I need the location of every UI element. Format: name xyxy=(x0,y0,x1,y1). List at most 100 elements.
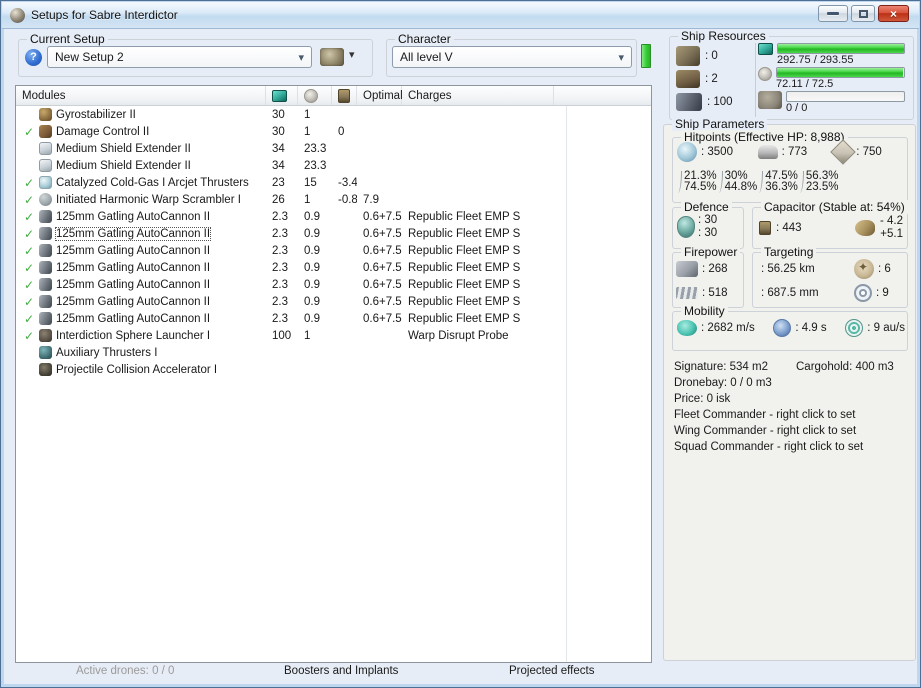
targeting-stat: : 9 xyxy=(854,281,905,305)
firepower-value: : 518 xyxy=(702,287,728,299)
boosters-implants-expander[interactable]: Boosters and Implants xyxy=(284,665,398,677)
shield-extender-icon xyxy=(39,142,52,155)
close-button[interactable]: × xyxy=(878,5,909,22)
modules-table-header[interactable]: Modules Optimal Charges xyxy=(16,86,651,106)
module-name-cell: Medium Shield Extender II xyxy=(16,159,266,172)
mobility-label: Mobility xyxy=(681,304,728,318)
resist-stat: 47.5% 36.3% xyxy=(757,170,798,193)
firepower-value: : 268 xyxy=(702,263,728,275)
squad-commander-slot[interactable]: Squad Commander - right click to set xyxy=(674,441,909,457)
module-pg: 23.3 xyxy=(304,159,327,172)
targeting-stat: : 687.5 mm xyxy=(757,281,854,305)
table-row[interactable]: ✓ 125mm Gatling AutoCannon II 2.3 0.9 0.6+7.… xyxy=(16,310,651,327)
active-check-icon: ✓ xyxy=(24,226,35,241)
table-row[interactable]: ✓ 125mm Gatling AutoCannon II 2.3 0.9 0.6+7.… xyxy=(16,293,651,310)
table-row[interactable]: ✓ 125mm Gatling AutoCannon II 2.3 0.9 0.6+7.… xyxy=(16,225,651,242)
table-row[interactable]: ✓ 125mm Gatling AutoCannon II 2.3 0.9 0.6+7.… xyxy=(16,259,651,276)
bottom-strip: Active drones: 0 / 0 Boosters and Implan… xyxy=(1,665,920,683)
character-group: Character All level V ▾ xyxy=(386,32,637,77)
titlebar[interactable]: Setups for Sabre Interdictor × xyxy=(2,2,919,29)
col-modules[interactable]: Modules xyxy=(16,86,266,105)
module-cpu: 34 xyxy=(272,142,285,155)
table-row[interactable]: Medium Shield Extender II 34 23.3 xyxy=(16,140,651,157)
setup-tools-button[interactable] xyxy=(320,48,344,66)
slot-stat: : 2 xyxy=(674,67,755,90)
table-row[interactable]: ✓ 125mm Gatling AutoCannon II 2.3 0.9 0.6+7.… xyxy=(16,208,651,225)
module-cpu: 23 xyxy=(272,176,285,189)
table-row[interactable]: ✓ Initiated Harmonic Warp Scrambler I 26 1 -… xyxy=(16,191,651,208)
targeting-value: : 9 xyxy=(876,287,889,299)
module-name: Medium Shield Extender II xyxy=(56,142,191,155)
table-row[interactable]: ✓ 125mm Gatling AutoCannon II 2.3 0.9 0.6+7.… xyxy=(16,276,651,293)
table-row[interactable]: ✓ Damage Control II 30 1 0 xyxy=(16,123,651,140)
table-row[interactable]: ✓ Interdiction Sphere Launcher I 100 1 Warp … xyxy=(16,327,651,344)
progress-bar xyxy=(777,43,905,54)
cap-delta-icon xyxy=(854,220,875,236)
module-pg: 0.9 xyxy=(304,244,320,257)
col-charges[interactable]: Charges xyxy=(402,86,554,105)
active-check-icon: ✓ xyxy=(24,124,35,139)
mobility-value: : 2682 m/s xyxy=(701,322,755,334)
module-pg: 1 xyxy=(304,193,311,206)
character-select[interactable]: All level V ▾ xyxy=(392,46,632,68)
armor-icon xyxy=(757,145,778,159)
module-name-cell: ✓ 125mm Gatling AutoCannon II xyxy=(16,295,266,309)
table-row[interactable]: Gyrostabilizer II 30 1 xyxy=(16,106,651,123)
targeting-value: : 56.25 km xyxy=(761,263,815,275)
col-blank[interactable] xyxy=(554,86,651,105)
capacitor-label: Capacitor (Stable at: 54%) xyxy=(761,200,908,214)
calibration-icon xyxy=(676,92,702,111)
mobility-stat: : 9 au/s xyxy=(845,319,905,337)
module-name: Medium Shield Extender II xyxy=(56,159,191,172)
module-pg: 0.9 xyxy=(304,261,320,274)
autocannon-icon xyxy=(39,210,52,223)
table-row[interactable]: Projectile Collision Accelerator I xyxy=(16,361,651,378)
hp-value: : 773 xyxy=(781,146,808,158)
collision-accelerator-icon xyxy=(39,363,52,376)
app-window: Setups for Sabre Interdictor × Current S… xyxy=(0,0,921,688)
setup-tools-caret-icon[interactable]: ▾ xyxy=(349,48,355,61)
help-icon[interactable]: ? xyxy=(25,49,42,66)
minimize-button[interactable] xyxy=(818,5,848,22)
col-powergrid[interactable] xyxy=(298,86,332,105)
table-row[interactable]: Auxiliary Thrusters I xyxy=(16,344,651,361)
module-name: 125mm Gatling AutoCannon II xyxy=(56,261,211,274)
aux-thrusters-icon xyxy=(39,346,52,359)
col-capacitor[interactable] xyxy=(332,86,357,105)
setup-select[interactable]: New Setup 2 ▾ xyxy=(47,46,312,68)
col-optimal[interactable]: Optimal xyxy=(357,86,403,105)
table-row[interactable]: ✓ Catalyzed Cold-Gas I Arcjet Thrusters 23… xyxy=(16,174,651,191)
resist-stat: 56.3% 23.5% xyxy=(798,170,838,193)
ship-parameters-group: Ship Parameters Hitpoints (Effective HP:… xyxy=(663,117,916,661)
resource-bar-row: 292.75 / 293.55 xyxy=(758,43,905,67)
cpu-icon xyxy=(272,89,287,102)
progress-fill xyxy=(777,68,904,77)
hardpoint-slots: : 0: 2: 100 xyxy=(674,43,756,117)
resist-stat: 30% 44.8% xyxy=(717,170,757,193)
mobility-stat: : 4.9 s xyxy=(773,319,827,337)
mobility-value: : 9 au/s xyxy=(867,322,905,334)
module-name: 125mm Gatling AutoCannon II xyxy=(56,295,211,308)
module-name-cell: ✓ 125mm Gatling AutoCannon II xyxy=(16,226,266,241)
align-time-icon xyxy=(773,319,792,337)
module-cpu: 2.3 xyxy=(272,278,288,291)
table-row[interactable]: ✓ 125mm Gatling AutoCannon II 2.3 0.9 0.6+7.… xyxy=(16,242,651,259)
module-name: Damage Control II xyxy=(56,125,150,138)
maximize-button[interactable] xyxy=(851,5,875,22)
cap-delta-bottom: +5.1 xyxy=(880,228,903,240)
projected-effects-expander[interactable]: Projected effects xyxy=(509,665,594,677)
character-status-indicator xyxy=(641,44,651,68)
ship-resources-label: Ship Resources xyxy=(678,29,769,43)
active-drones-label[interactable]: Active drones: 0 / 0 xyxy=(76,665,174,677)
module-cap: 0 xyxy=(338,125,345,138)
module-pg: 0.9 xyxy=(304,210,320,223)
table-row[interactable]: Medium Shield Extender II 34 23.3 xyxy=(16,157,651,174)
firepower-group: Firepower : 268: 518 xyxy=(672,245,744,308)
module-name-cell: ✓ 125mm Gatling AutoCannon II xyxy=(16,210,266,224)
wing-commander-slot[interactable]: Wing Commander - right click to set xyxy=(674,425,909,441)
resist-separator xyxy=(717,171,723,193)
fleet-commander-slot[interactable]: Fleet Commander - right click to set xyxy=(674,409,909,425)
module-name: 125mm Gatling AutoCannon II xyxy=(56,278,211,291)
col-cpu[interactable] xyxy=(266,86,298,105)
module-cpu: 34 xyxy=(272,159,285,172)
